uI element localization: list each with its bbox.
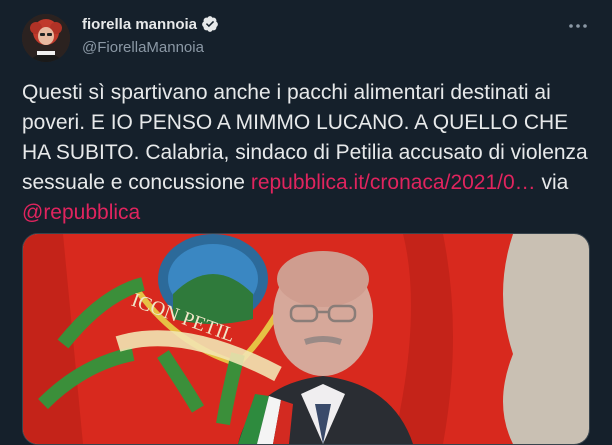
mention-repubblica[interactable]: @repubblica: [22, 201, 140, 224]
media-photo: ICON PETIL: [23, 234, 589, 444]
article-link[interactable]: repubblica.it/cronaca/2021/0…: [251, 171, 536, 194]
avatar[interactable]: [22, 14, 70, 62]
display-name[interactable]: fiorella mannoia: [82, 16, 197, 33]
verified-badge-icon: [202, 16, 218, 32]
tweet[interactable]: fiorella mannoia @FiorellaMannoia Questi…: [0, 0, 612, 445]
name-row: fiorella mannoia: [82, 15, 219, 33]
tweet-media[interactable]: ICON PETIL: [22, 233, 590, 445]
more-options-icon[interactable]: [566, 14, 590, 38]
via-label: via: [541, 171, 569, 194]
avatar-image: [22, 14, 70, 62]
user-handle[interactable]: @FiorellaMannoia: [82, 39, 204, 56]
tweet-text: Questi sì spartivano anche i pacchi alim…: [22, 78, 592, 228]
